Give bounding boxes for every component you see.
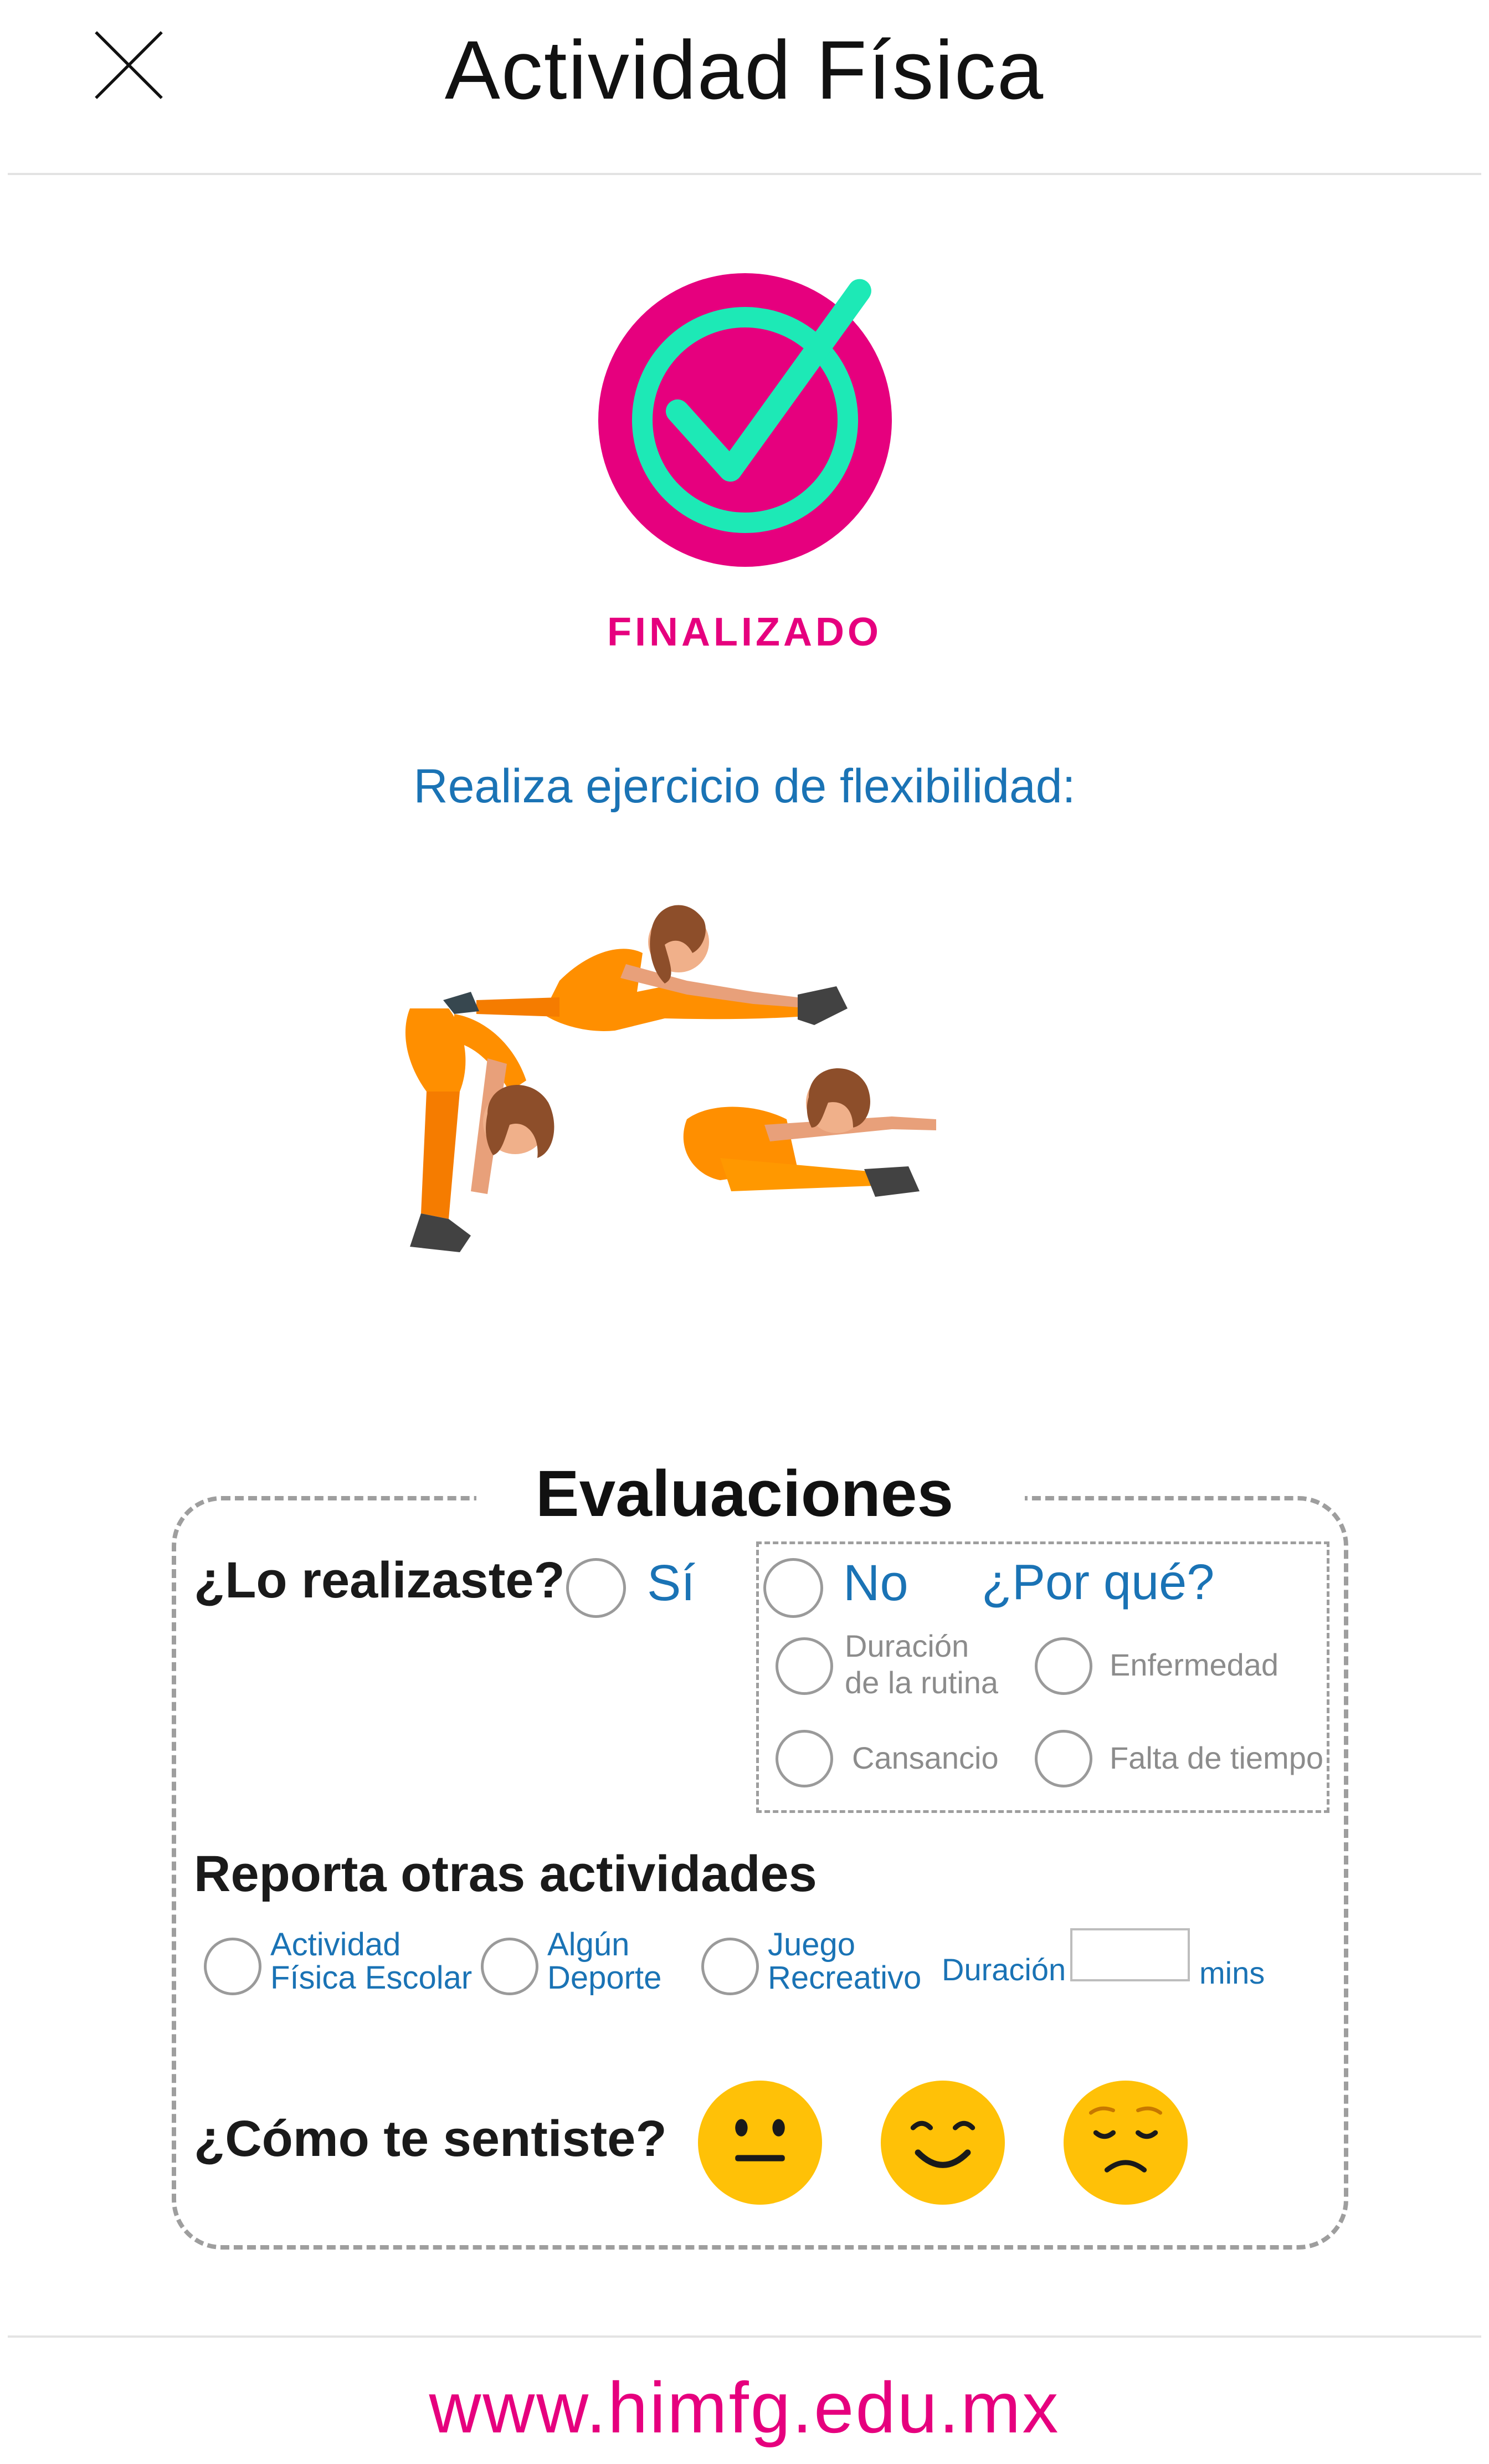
reason-no-time-label: Falta de tiempo (1110, 1740, 1323, 1775)
duration-unit: mins (1199, 1955, 1265, 1990)
stretch-figure-reach (683, 1068, 936, 1197)
footer-divider (8, 2335, 1481, 2338)
radio-reason-duration[interactable] (776, 1637, 833, 1695)
smiling-face-icon[interactable] (881, 2081, 1005, 2205)
activity-school-label: Actividad Física Escolar (270, 1927, 473, 1996)
stretch-figure-standing (405, 1008, 554, 1252)
page-title: Actividad Física (444, 23, 1045, 116)
why-label: ¿Por qué? (982, 1555, 1215, 1610)
evaluations-title: Evaluaciones (535, 1457, 954, 1530)
reason-illness-label: Enfermedad (1110, 1647, 1279, 1682)
reason-tired-label: Cansancio (852, 1740, 999, 1775)
duration-label: Duración (942, 1952, 1066, 1987)
header-divider (8, 173, 1481, 175)
yes-label: Sí (647, 1555, 695, 1611)
radio-no[interactable] (763, 1558, 823, 1618)
stretching-exercises-illustration (405, 905, 936, 1252)
feeling-question: ¿Cómo te sentiste? (194, 2110, 667, 2167)
radio-reason-tired[interactable] (776, 1730, 833, 1787)
no-label: No (843, 1555, 908, 1611)
stretch-figure-sitting (443, 905, 848, 1031)
activity-game-label: Juego Recreativo (768, 1927, 922, 1996)
instruction-text: Realiza ejercicio de flexibilidad: (413, 760, 1076, 813)
check-circle-icon (598, 273, 892, 567)
radio-yes[interactable] (566, 1558, 626, 1618)
activity-sport-label: Algún Deporte (547, 1927, 662, 1996)
other-activities-title: Reporta otras actividades (194, 1846, 817, 1902)
header: Actividad Física (0, 0, 1489, 175)
duration-input[interactable] (1070, 1928, 1190, 1981)
reason-duration-label: Duración de la rutina (845, 1628, 999, 1700)
radio-activity-game[interactable] (701, 1938, 759, 1995)
radio-activity-school[interactable] (204, 1938, 261, 1995)
neutral-face-icon[interactable] (698, 2081, 822, 2205)
footer-url-link[interactable]: www.himfg.edu.mx (0, 2366, 1489, 2449)
done-question: ¿Lo realizaste? (194, 1552, 565, 1608)
sad-face-icon[interactable] (1064, 2081, 1188, 2205)
radio-reason-illness[interactable] (1035, 1637, 1092, 1695)
radio-activity-sport[interactable] (481, 1938, 538, 1995)
status-label: FINALIZADO (607, 610, 882, 654)
radio-reason-no-time[interactable] (1035, 1730, 1092, 1787)
